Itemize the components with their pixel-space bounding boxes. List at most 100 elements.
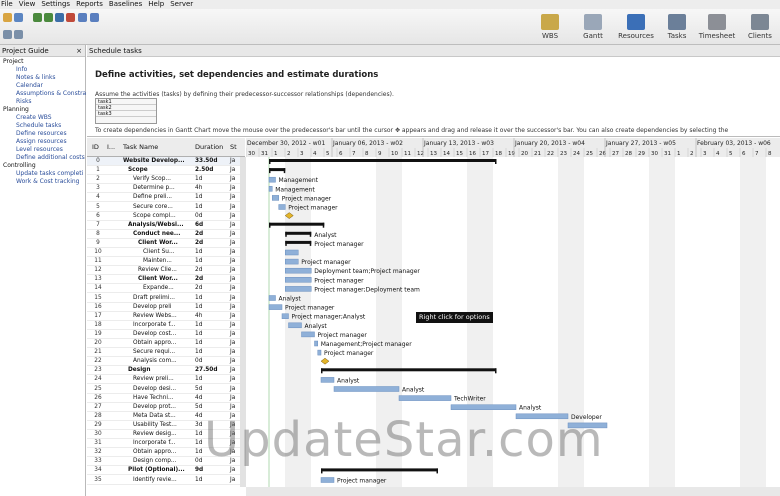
task-bar[interactable] bbox=[268, 295, 276, 301]
table-row[interactable]: 16 Develop preli 1d Ja bbox=[87, 303, 245, 312]
guide-item[interactable]: Assumptions & Constra bbox=[16, 90, 86, 98]
table-row[interactable]: 6 Scope compl... 0d Ja bbox=[87, 212, 245, 221]
table-row[interactable]: 10 Client Su... 1d Ja bbox=[87, 248, 245, 257]
table-row[interactable]: 3 Determine p... 4h Ja bbox=[87, 184, 245, 194]
task-bar[interactable] bbox=[288, 322, 302, 329]
task-bar[interactable] bbox=[320, 477, 335, 483]
menu-item-6[interactable]: Server bbox=[170, 0, 193, 9]
task-bar[interactable] bbox=[268, 304, 283, 310]
table-row[interactable]: 14 Expande... 2d Ja bbox=[87, 284, 245, 294]
table-row[interactable]: 2 Verify Scop... 1d Ja bbox=[87, 175, 245, 185]
table-row[interactable]: 9 Client Wor... 2d Ja bbox=[87, 239, 245, 248]
toolbar-button-0[interactable]: WBS bbox=[530, 12, 570, 44]
toolbar-button-1[interactable]: Gantt bbox=[573, 12, 613, 44]
gantt-horizontal-scrollbar[interactable] bbox=[246, 487, 780, 496]
task-bar[interactable] bbox=[285, 249, 299, 256]
table-row[interactable]: 24 Review preli... 1d Ja bbox=[87, 375, 245, 385]
table-row[interactable]: 15 Draft prelimi... 1d Ja bbox=[87, 294, 245, 303]
schedule-tasks-tab[interactable]: Schedule tasks bbox=[89, 47, 142, 55]
task-bar[interactable] bbox=[398, 395, 452, 401]
zoom-icon[interactable] bbox=[78, 13, 87, 22]
menu-item-0[interactable]: File bbox=[1, 0, 13, 9]
task-bar[interactable] bbox=[272, 195, 279, 201]
task-bar[interactable] bbox=[268, 186, 273, 192]
guide-item[interactable]: Risks bbox=[16, 98, 32, 106]
guide-item[interactable]: Planning bbox=[3, 106, 29, 114]
summary-bar[interactable] bbox=[269, 222, 325, 226]
table-row[interactable]: 19 Develop cost... 1d Ja bbox=[87, 330, 245, 339]
guide-item[interactable]: Define resources bbox=[16, 130, 67, 138]
column-header[interactable]: St bbox=[230, 143, 237, 151]
table-row[interactable]: 5 Secure core... 1d Ja bbox=[87, 203, 245, 212]
table-row[interactable]: 12 Review Clie... 2d Ja bbox=[87, 266, 245, 276]
indent-icon[interactable] bbox=[33, 13, 42, 22]
open-icon[interactable] bbox=[3, 13, 12, 22]
task-bar[interactable] bbox=[281, 313, 289, 319]
table-row[interactable]: 27 Develop prot... 5d Ja bbox=[87, 403, 245, 412]
guide-item[interactable]: Calendar bbox=[16, 82, 43, 90]
summary-bar[interactable] bbox=[321, 468, 438, 472]
guide-item[interactable]: Create WBS bbox=[16, 114, 52, 122]
summary-bar[interactable] bbox=[285, 231, 312, 235]
task-bar[interactable] bbox=[301, 331, 315, 338]
calendar-icon[interactable] bbox=[3, 30, 12, 39]
toolbar-button-2[interactable]: Resources bbox=[616, 12, 656, 44]
column-header[interactable]: Task Name bbox=[123, 143, 158, 151]
menu-item-1[interactable]: View bbox=[19, 0, 36, 9]
column-header[interactable]: I... bbox=[107, 143, 115, 151]
task-bar[interactable] bbox=[285, 267, 312, 274]
unlink-icon[interactable] bbox=[66, 13, 75, 22]
task-bar[interactable] bbox=[285, 277, 312, 283]
guide-item[interactable]: Define additional costs bbox=[16, 154, 85, 162]
filter-icon[interactable] bbox=[90, 13, 99, 22]
table-row[interactable]: 35 Identify revie... 1d Ja bbox=[87, 476, 245, 485]
guide-item[interactable]: Assign resources bbox=[16, 138, 67, 146]
guide-item[interactable]: Notes & links bbox=[16, 74, 56, 82]
guide-item[interactable]: Schedule tasks bbox=[16, 122, 61, 130]
task-bar[interactable] bbox=[268, 176, 276, 183]
table-row[interactable]: 25 Develop desi... 5d Ja bbox=[87, 385, 245, 394]
summary-bar[interactable] bbox=[269, 159, 497, 162]
guide-item[interactable]: Level resources bbox=[16, 146, 63, 154]
grid-icon[interactable] bbox=[14, 30, 23, 39]
task-bar[interactable] bbox=[317, 349, 322, 356]
menu-item-2[interactable]: Settings bbox=[41, 0, 70, 9]
table-row[interactable]: 11 Mainten... 1d Ja bbox=[87, 257, 245, 267]
guide-item[interactable]: Controlling bbox=[3, 162, 36, 170]
table-row[interactable]: 18 Incorporate f... 1d Ja bbox=[87, 321, 245, 330]
table-row[interactable]: 7 Analysis/Websi... 6d Ja bbox=[87, 221, 245, 230]
guide-item[interactable]: Info bbox=[16, 66, 27, 74]
table-row[interactable]: 4 Define preli... 1d Ja bbox=[87, 193, 245, 203]
table-row[interactable]: 1 Scope 2.50d Ja bbox=[87, 166, 245, 176]
guide-item[interactable]: Work & Cost tracking bbox=[16, 178, 79, 186]
toolbar-button-5[interactable]: Clients bbox=[740, 12, 780, 44]
summary-bar[interactable] bbox=[285, 240, 312, 244]
task-bar[interactable] bbox=[278, 204, 286, 210]
task-bar[interactable] bbox=[285, 258, 299, 265]
task-bar[interactable] bbox=[450, 404, 517, 410]
menu-item-3[interactable]: Reports bbox=[76, 0, 103, 9]
toolbar-button-4[interactable]: Timesheet bbox=[697, 12, 737, 44]
table-row[interactable]: 26 Have Techni... 4d Ja bbox=[87, 394, 245, 403]
table-row[interactable]: 8 Conduct nee... 2d Ja bbox=[87, 230, 245, 239]
summary-bar[interactable] bbox=[321, 368, 497, 372]
task-bar[interactable] bbox=[285, 286, 312, 292]
outdent-icon[interactable] bbox=[44, 13, 53, 22]
task-bar[interactable] bbox=[320, 377, 335, 383]
link-icon[interactable] bbox=[55, 13, 64, 22]
summary-bar[interactable] bbox=[269, 168, 286, 172]
table-row[interactable]: 13 Client Wor... 2d Ja bbox=[87, 275, 245, 285]
close-icon[interactable]: × bbox=[76, 45, 82, 57]
toolbar-button-3[interactable]: Tasks bbox=[657, 12, 697, 44]
table-row[interactable]: 22 Analysis com... 0d Ja bbox=[87, 357, 245, 367]
save-icon[interactable] bbox=[14, 13, 23, 22]
table-row[interactable]: 20 Obtain appro... 1d Ja bbox=[87, 339, 245, 348]
table-row[interactable]: 21 Secure requi... 1d Ja bbox=[87, 348, 245, 358]
table-row[interactable]: 17 Review Webs... 4h Ja bbox=[87, 312, 245, 321]
column-header[interactable]: Duration bbox=[195, 143, 223, 151]
column-header[interactable]: ID bbox=[92, 143, 99, 151]
milestone[interactable] bbox=[320, 357, 330, 365]
task-bar[interactable] bbox=[314, 340, 318, 347]
menu-item-5[interactable]: Help bbox=[148, 0, 164, 9]
guide-item[interactable]: Project bbox=[3, 58, 24, 66]
